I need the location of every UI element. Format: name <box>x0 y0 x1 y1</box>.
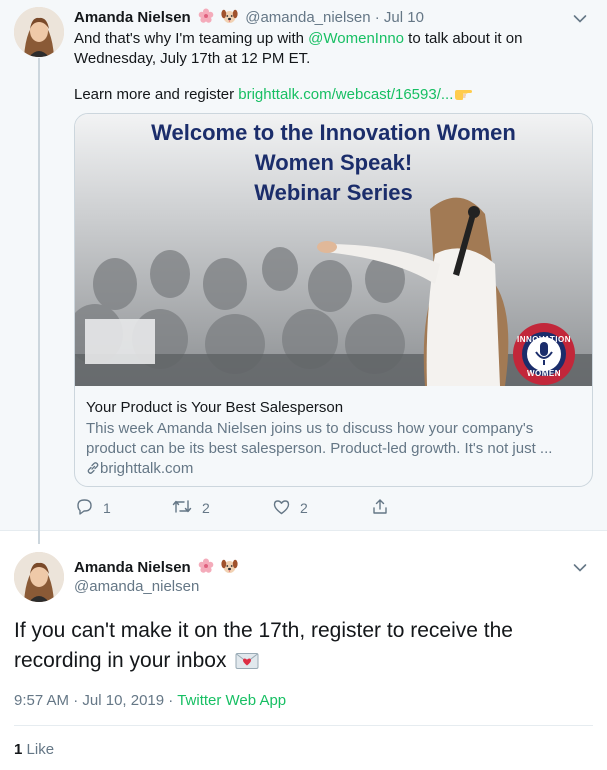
parent-tweet[interactable]: Amanda Nielsen @amanda_nielsen · Jul 10 … <box>0 0 607 544</box>
card-banner-line-2: Women Speak! <box>254 150 413 175</box>
tweet-time[interactable]: 9:57 AM <box>14 692 69 709</box>
divider <box>14 725 593 726</box>
learn-more-line: Learn more and register brighttalk.com/w… <box>74 85 473 106</box>
tweet-text-body: If you can't make it on the 17th, regist… <box>14 619 513 672</box>
card-domain: brighttalk.com <box>86 459 582 481</box>
love-letter-emoji <box>235 649 259 679</box>
link-preview-card[interactable]: Welcome to the Innovation Women Women Sp… <box>74 113 593 487</box>
chevron-down-icon[interactable] <box>573 560 587 572</box>
avatar[interactable] <box>14 552 64 602</box>
reply-icon <box>76 498 93 518</box>
card-image: Welcome to the Innovation Women Women Sp… <box>75 114 592 386</box>
author-handle[interactable]: @amanda_nielsen <box>245 9 370 26</box>
card-banner-line-1: Welcome to the Innovation Women <box>151 120 516 145</box>
card-title: Your Product is Your Best Salesperson <box>86 399 344 416</box>
mention-link[interactable]: @WomenInno <box>308 30 404 47</box>
card-description: This week Amanda Nielsen joins us to dis… <box>86 420 553 457</box>
heart-icon <box>273 499 290 518</box>
tweet-header: Amanda Nielsen @amanda_nielsen · Jul 10 <box>74 8 424 29</box>
chevron-down-icon[interactable] <box>573 11 587 23</box>
like-button[interactable]: 2 <box>273 498 308 518</box>
tweet-text-part-1: And that's why I'm teaming up with <box>74 30 309 47</box>
retweet-button[interactable]: 2 <box>172 498 210 518</box>
separator: · <box>168 692 174 709</box>
learn-more-text: Learn more and register <box>74 86 239 103</box>
separator: · <box>374 9 380 26</box>
cherry-blossom-emoji <box>198 558 214 579</box>
tweet-meta: 9:57 AM · Jul 10, 2019 · Twitter Web App <box>14 691 286 711</box>
card-domain-text: brighttalk.com <box>100 460 194 477</box>
likes-summary[interactable]: 1 Like <box>14 741 54 759</box>
separator: · <box>73 692 79 709</box>
card-banner-line-3: Webinar Series <box>254 180 413 205</box>
reply-button[interactable]: 1 <box>76 498 111 518</box>
avatar[interactable] <box>14 7 64 57</box>
dog-emoji <box>221 558 238 579</box>
tweet-text: If you can't make it on the 17th, regist… <box>14 616 594 679</box>
register-link[interactable]: brighttalk.com/webcast/16593/... <box>238 86 453 103</box>
share-button[interactable] <box>372 498 388 518</box>
likes-count: 1 <box>14 741 23 758</box>
retweet-icon <box>172 498 192 518</box>
badge-text-top: INNOVATION <box>516 335 572 344</box>
thread-connector-line <box>38 58 40 544</box>
tweet-text: And that's why I'm teaming up with @Wome… <box>74 29 574 68</box>
card-body: Your Product is Your Best Salesperson Th… <box>86 398 582 481</box>
cherry-blossom-emoji <box>198 8 214 29</box>
tweet-header: Amanda Nielsen <box>74 558 238 579</box>
tweet-date[interactable]: Jul 10 <box>384 9 424 26</box>
pointing-hand-emoji <box>454 87 473 106</box>
reply-count: 1 <box>103 500 111 516</box>
badge-text-bottom: WOMEN <box>526 369 562 378</box>
dog-emoji <box>221 8 238 29</box>
tweet-date[interactable]: Jul 10, 2019 <box>82 692 164 709</box>
retweet-count: 2 <box>202 500 210 516</box>
likes-label: Like <box>26 741 55 758</box>
author-name[interactable]: Amanda Nielsen <box>74 9 191 26</box>
author-handle[interactable]: @amanda_nielsen <box>74 578 199 596</box>
author-name[interactable]: Amanda Nielsen <box>74 559 191 576</box>
like-count: 2 <box>300 500 308 516</box>
link-icon <box>86 461 100 481</box>
share-icon <box>372 498 388 518</box>
tweet-source-link[interactable]: Twitter Web App <box>177 692 286 709</box>
